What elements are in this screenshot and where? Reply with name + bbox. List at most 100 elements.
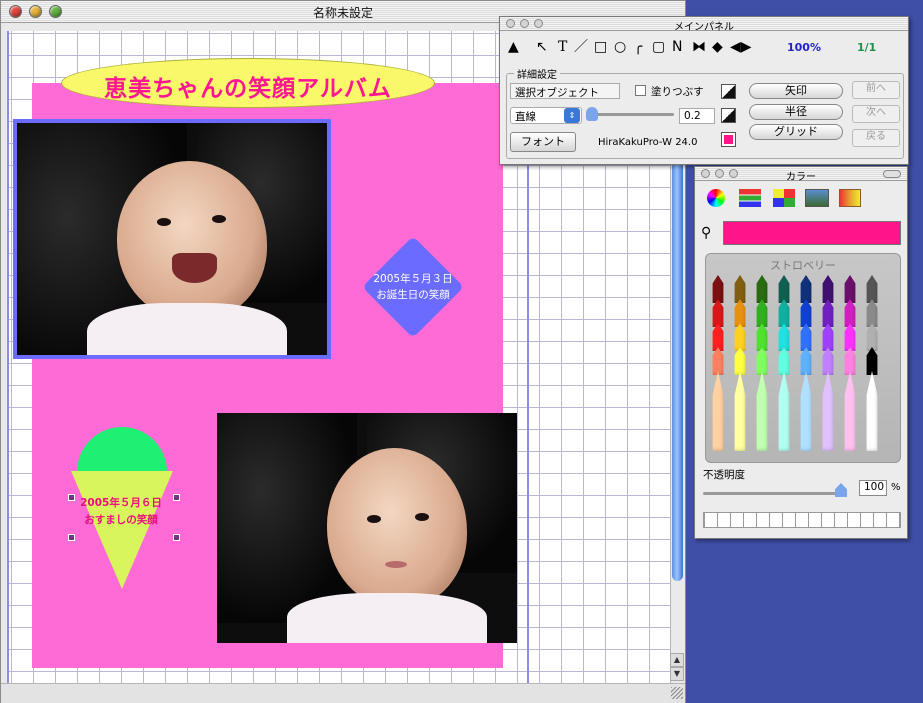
horizontal-scrollbar[interactable]: [1, 683, 685, 703]
crayons-icon[interactable]: [839, 189, 861, 207]
image-palettes-icon[interactable]: [805, 189, 829, 207]
crayon-swatch[interactable]: [778, 299, 790, 327]
crayon-swatch[interactable]: [822, 275, 834, 303]
fill-color-button[interactable]: [721, 132, 736, 147]
crayon-swatch[interactable]: [822, 347, 834, 375]
crayon-swatch[interactable]: [800, 347, 812, 375]
close-button[interactable]: [9, 5, 22, 18]
diamond-caption[interactable]: 2005年５月３日 お誕生日の笑顔: [353, 271, 473, 303]
toolbar-toggle-button[interactable]: [883, 170, 901, 178]
color-palettes-icon[interactable]: [773, 189, 795, 207]
selection-handle-top-left[interactable]: [68, 494, 75, 501]
crayon-swatch[interactable]: [734, 299, 746, 327]
freehand-tool-icon[interactable]: Ν: [672, 39, 682, 55]
arrow-button[interactable]: 矢印: [749, 83, 843, 99]
color-panel-minimize-button[interactable]: [715, 169, 724, 178]
crayon-swatch[interactable]: [778, 371, 790, 451]
radius-button[interactable]: 半径: [749, 104, 843, 120]
zoom-button[interactable]: [49, 5, 62, 18]
crayon-swatch[interactable]: [712, 323, 724, 351]
flip-tool-icon[interactable]: ⧓: [692, 39, 706, 55]
crayon-swatch[interactable]: [734, 323, 746, 351]
baby-photo-laughing[interactable]: [13, 119, 331, 359]
color-wheel-icon[interactable]: [707, 189, 725, 207]
crayon-swatch[interactable]: [800, 371, 812, 451]
opacity-value-field[interactable]: 100: [859, 480, 887, 496]
arrow-navigation-tool-icon[interactable]: ◀▶: [730, 39, 752, 55]
arc-tool-icon[interactable]: ╭: [634, 39, 642, 55]
raise-layer-tool-icon[interactable]: ▲: [508, 39, 519, 55]
crayon-swatch[interactable]: [866, 299, 878, 327]
select-arrow-tool-icon[interactable]: ↖: [536, 39, 548, 55]
color-panel-close-button[interactable]: [701, 169, 710, 178]
zoom-level[interactable]: 100%: [787, 41, 821, 54]
main-panel-zoom-button[interactable]: [534, 19, 543, 28]
ellipse-tool-icon[interactable]: ○: [614, 39, 626, 55]
scroll-up-arrow-icon[interactable]: ▲: [670, 653, 684, 667]
crayon-swatch[interactable]: [844, 347, 856, 375]
crayon-swatch[interactable]: [844, 323, 856, 351]
crayon-swatch[interactable]: [822, 323, 834, 351]
selection-handle-bottom-left[interactable]: [68, 534, 75, 541]
rounded-rectangle-tool-icon[interactable]: ▢: [652, 39, 665, 55]
crayon-swatch[interactable]: [866, 323, 878, 351]
crayon-swatch[interactable]: [712, 275, 724, 303]
selection-handle-top-right[interactable]: [173, 494, 180, 501]
line-width-field[interactable]: 0.2: [679, 108, 715, 124]
crayon-swatch[interactable]: [866, 371, 878, 451]
crayon-swatch[interactable]: [822, 371, 834, 451]
crayon-swatch[interactable]: [778, 347, 790, 375]
crayon-swatch[interactable]: [734, 275, 746, 303]
crayon-swatch[interactable]: [756, 275, 768, 303]
opacity-slider[interactable]: [703, 492, 843, 495]
crayon-swatch[interactable]: [866, 275, 878, 303]
crayon-swatch[interactable]: [822, 299, 834, 327]
dropdown-chevron-icon[interactable]: ⇕: [564, 108, 580, 123]
crayon-swatch[interactable]: [844, 299, 856, 327]
scroll-down-arrow-icon[interactable]: ▼: [670, 667, 684, 681]
previous-button[interactable]: 前へ: [852, 81, 900, 99]
crayon-swatch[interactable]: [712, 371, 724, 451]
main-panel-close-button[interactable]: [506, 19, 515, 28]
opacity-slider-knob[interactable]: [835, 483, 847, 497]
crayon-swatch[interactable]: [778, 275, 790, 303]
diamond-tool-icon[interactable]: ◆: [712, 39, 723, 55]
font-button[interactable]: フォント: [510, 132, 576, 152]
next-button[interactable]: 次へ: [852, 105, 900, 123]
main-panel-minimize-button[interactable]: [520, 19, 529, 28]
icecream-caption[interactable]: 2005年５月６日 おすましの笑顔: [61, 495, 181, 529]
crayon-swatch[interactable]: [800, 275, 812, 303]
fill-checkbox[interactable]: [635, 85, 646, 96]
baby-photo-posed[interactable]: [217, 413, 517, 643]
crayon-swatch[interactable]: [712, 299, 724, 327]
grid-button[interactable]: グリッド: [749, 124, 843, 140]
line-width-slider-knob[interactable]: [586, 107, 598, 121]
color-panel-zoom-button[interactable]: [729, 169, 738, 178]
crayon-swatch[interactable]: [756, 323, 768, 351]
line-width-slider[interactable]: [590, 113, 674, 116]
vertical-scroll-thumb[interactable]: [672, 121, 683, 581]
selection-handle-bottom-right[interactable]: [173, 534, 180, 541]
back-button[interactable]: 戻る: [852, 129, 900, 147]
color-sliders-icon[interactable]: [739, 189, 761, 207]
crayon-swatch[interactable]: [844, 371, 856, 451]
crayon-swatch[interactable]: [756, 347, 768, 375]
crayon-swatch[interactable]: [866, 347, 878, 375]
magnifier-icon[interactable]: ⚲: [701, 225, 711, 241]
crayon-swatch[interactable]: [756, 371, 768, 451]
crayon-swatch[interactable]: [734, 371, 746, 451]
crayon-swatch[interactable]: [712, 347, 724, 375]
line-style-button[interactable]: [721, 108, 736, 123]
album-title[interactable]: 恵美ちゃんの笑顔アルバム: [61, 69, 435, 103]
crayon-swatch[interactable]: [734, 347, 746, 375]
crayon-swatch[interactable]: [844, 275, 856, 303]
minimize-button[interactable]: [29, 5, 42, 18]
text-tool-icon[interactable]: T: [558, 39, 567, 55]
rectangle-tool-icon[interactable]: □: [594, 39, 607, 55]
custom-color-well-strip[interactable]: [703, 512, 901, 528]
fill-style-button[interactable]: [721, 84, 736, 99]
current-color-swatch[interactable]: [723, 221, 901, 245]
crayon-swatch[interactable]: [800, 323, 812, 351]
crayon-swatch[interactable]: [800, 299, 812, 327]
line-tool-icon[interactable]: ／: [574, 39, 588, 55]
